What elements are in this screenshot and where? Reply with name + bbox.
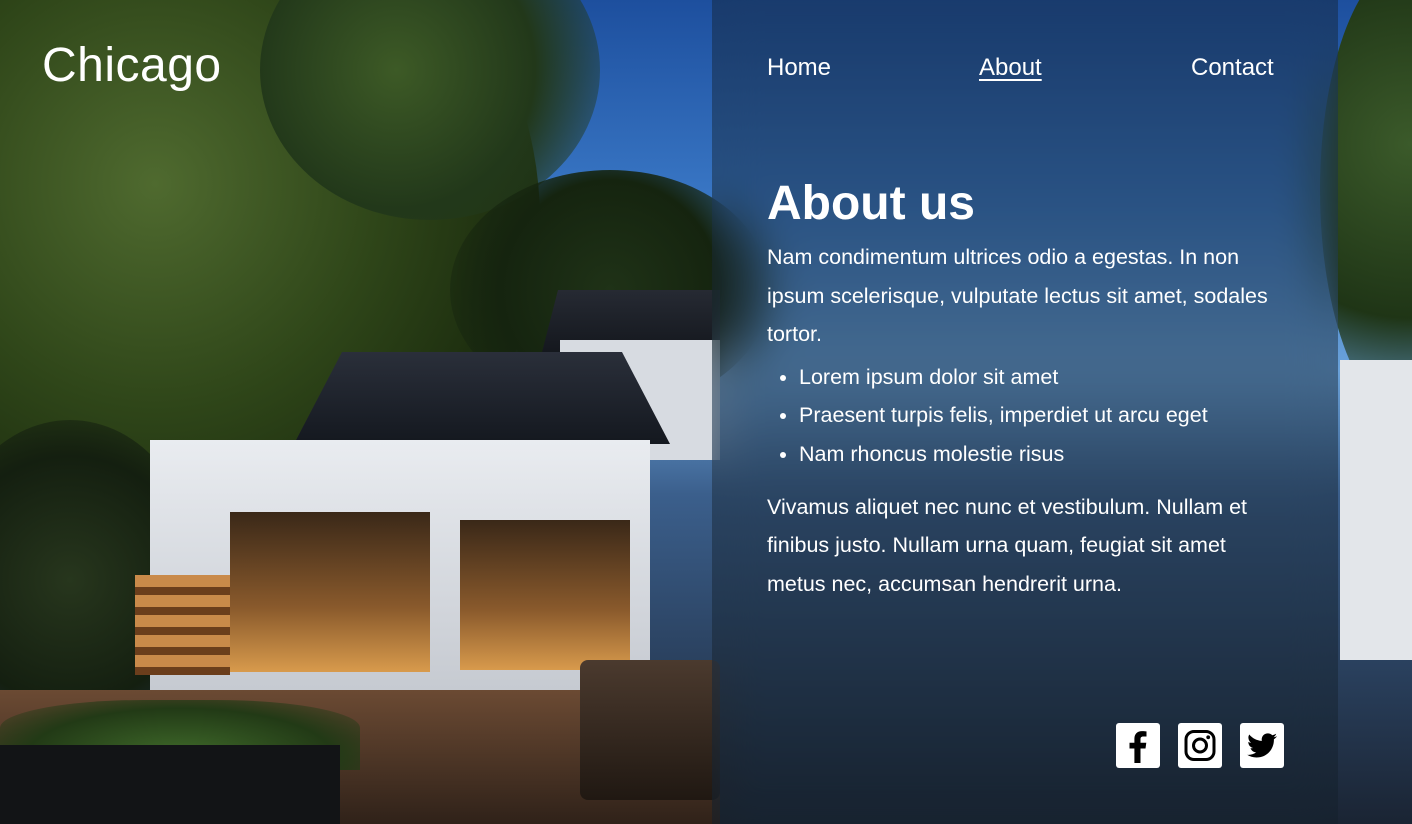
instagram-icon [1184,730,1216,761]
twitter-icon [1247,733,1277,758]
lit-window [460,520,630,670]
list-item: Lorem ipsum dolor sit amet [799,358,1287,397]
site-brand: Chicago [42,39,222,92]
nav-contact-link[interactable]: Contact [1191,54,1274,82]
twitter-link[interactable] [1240,723,1284,768]
list-item: Nam rhoncus molestie risus [799,435,1287,474]
nav-home-link[interactable]: Home [767,54,831,82]
about-intro: Nam condimentum ultrices odio a egestas.… [767,245,1268,347]
about-section: About us Nam condimentum ultrices odio a… [767,176,1287,603]
lit-window [230,512,430,672]
nav-about-link[interactable]: About [979,54,1042,82]
patio-chairs [580,660,720,800]
about-title: About us [767,177,975,230]
bar-shelf [135,575,230,675]
list-item: Praesent turpis felis, imperdiet ut arcu… [799,396,1287,435]
planter-box [0,745,340,824]
neighbor-house [1340,360,1412,660]
about-outro: Vivamus aliquet nec nunc et vestibulum. … [767,494,1248,596]
about-bullet-list: Lorem ipsum dolor sit amet Praesent turp… [767,358,1287,474]
facebook-icon [1129,731,1147,763]
instagram-link[interactable] [1178,723,1222,768]
facebook-link[interactable] [1116,723,1160,768]
